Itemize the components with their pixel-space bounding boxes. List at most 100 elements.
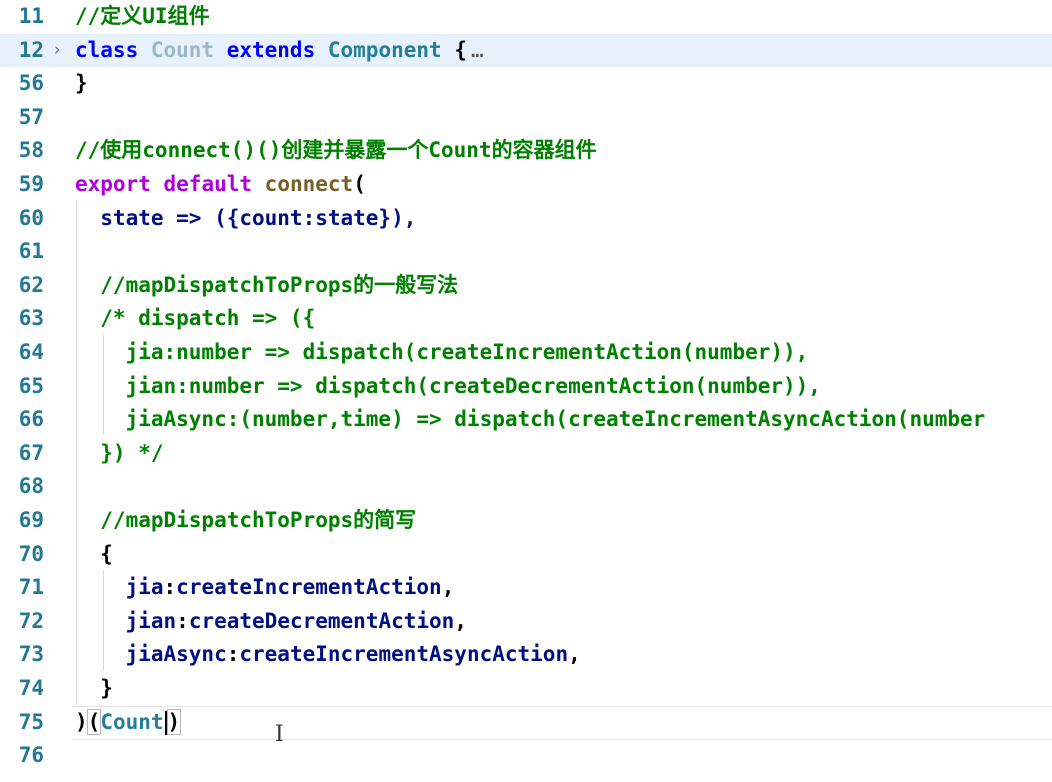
code-token: ( <box>86 708 102 735</box>
code-line[interactable]: 70 { <box>0 538 1052 571</box>
code-token: createDecrementAction <box>188 608 455 633</box>
code-line[interactable]: 67 }) */ <box>0 437 1052 470</box>
code-token: , <box>454 608 467 633</box>
code-line[interactable]: 61 <box>0 235 1052 268</box>
code-token: jiaAsync <box>75 642 227 667</box>
code-line[interactable]: 59 export default connect( <box>0 168 1052 201</box>
current-line-border-bottom <box>72 739 1052 740</box>
line-number: 61 <box>18 239 44 264</box>
code-line[interactable]: 68 <box>0 470 1052 503</box>
code-line[interactable]: 11 //定义UI组件 <box>0 0 1052 33</box>
code-token: { <box>454 37 467 62</box>
code-token: jia:number => dispatch(createIncrementAc… <box>75 340 809 364</box>
code-token: jiaAsync:(number,time) => dispatch(creat… <box>75 407 986 432</box>
line-number: 74 <box>18 676 44 700</box>
code-token: extends <box>226 37 328 62</box>
code-token: … <box>470 37 484 62</box>
indent-guide-object-literal <box>103 571 104 671</box>
code-text: jiaAsync:(number,time) => dispatch(creat… <box>75 403 986 436</box>
code-token: } <box>75 71 88 96</box>
code-token: export <box>75 172 164 196</box>
code-line[interactable]: 64 jia:number => dispatch(createIncremen… <box>0 336 1052 369</box>
code-text: jian:number => dispatch(createDecrementA… <box>75 370 821 403</box>
code-line[interactable]: 72 jian:createDecrementAction, <box>0 605 1052 638</box>
code-token: , <box>441 575 455 600</box>
indent-guide-connect-args <box>76 201 77 705</box>
code-token: //使用connect()()创建并暴露一个Count的容器组件 <box>75 138 597 163</box>
code-token: { <box>75 541 113 566</box>
code-text: //mapDispatchToProps的简写 <box>75 504 416 537</box>
code-token: //mapDispatchToProps的一般写法 <box>75 272 459 297</box>
code-token: }) */ <box>75 440 164 465</box>
line-number: 66 <box>18 407 44 432</box>
code-token: ( <box>353 172 366 196</box>
code-line[interactable]: 73 jiaAsync:createIncrementAsyncAction, <box>0 638 1052 671</box>
code-text: /* dispatch => ({ <box>75 302 315 335</box>
code-line[interactable]: 71 jia:createIncrementAction, <box>0 571 1052 604</box>
code-text: //定义UI组件 <box>75 0 210 33</box>
line-number: 63 <box>18 306 44 331</box>
code-text: class Count extends Component {… <box>75 34 484 67</box>
code-line[interactable]: 56} <box>0 67 1052 100</box>
line-number: 69 <box>18 508 44 532</box>
code-line[interactable]: 57 <box>0 101 1052 134</box>
code-text: jiaAsync:createIncrementAsyncAction, <box>75 638 581 671</box>
code-line[interactable]: 74 } <box>0 672 1052 705</box>
code-token: //定义UI组件 <box>75 4 210 28</box>
code-token: Count <box>100 709 164 734</box>
code-token: createIncrementAction <box>176 575 442 600</box>
line-number: 76 <box>18 743 44 768</box>
code-line[interactable]: 58 //使用connect()()创建并暴露一个Count的容器组件 <box>0 134 1052 167</box>
current-line-border <box>72 706 1052 707</box>
code-token: : <box>176 608 189 633</box>
code-text: export default connect( <box>75 168 366 201</box>
code-line[interactable]: 60 state => ({count:state}), <box>0 202 1052 235</box>
code-line[interactable]: 12 › class Count extends Component {… <box>0 33 1052 67</box>
fold-chevron-icon[interactable]: › <box>52 34 62 67</box>
text-caret <box>164 710 167 735</box>
code-text: state => ({count:state}), <box>75 202 416 235</box>
line-number: 56 <box>18 71 44 96</box>
code-line[interactable]: 65 jian:number => dispatch(createDecreme… <box>0 370 1052 403</box>
code-token: , <box>568 642 581 667</box>
code-token: } <box>75 676 113 700</box>
code-token: /* dispatch => ({ <box>75 306 316 331</box>
code-line[interactable]: 63 /* dispatch => ({ <box>0 302 1052 335</box>
line-number: 62 <box>18 272 44 297</box>
line-number: 70 <box>18 541 44 566</box>
line-number: 72 <box>18 608 44 633</box>
code-token: : <box>163 575 177 600</box>
code-text: }) */ <box>75 437 164 470</box>
code-text: //mapDispatchToProps的一般写法 <box>75 269 458 302</box>
code-token: class <box>75 37 151 62</box>
code-token: ) <box>75 709 88 734</box>
code-token: //mapDispatchToProps的简写 <box>75 508 417 532</box>
line-number: 57 <box>18 104 44 129</box>
line-number: 60 <box>18 205 44 230</box>
code-token: default <box>163 172 265 196</box>
code-token: : <box>226 642 240 667</box>
code-line[interactable]: 62 //mapDispatchToProps的一般写法 <box>0 269 1052 302</box>
line-number: 75 <box>18 709 44 734</box>
line-number: 11 <box>18 4 44 28</box>
line-number: 12 <box>18 37 44 62</box>
line-number: 59 <box>18 172 44 196</box>
code-line[interactable]: 69 //mapDispatchToProps的简写 <box>0 504 1052 537</box>
line-number: 71 <box>18 575 44 600</box>
code-text: )(Count) <box>75 706 182 739</box>
code-token: createIncrementAsyncAction <box>239 642 569 667</box>
code-token: jian:number => dispatch(createDecrementA… <box>75 373 821 398</box>
code-line[interactable]: 76 <box>0 739 1052 772</box>
code-token: ) <box>166 708 182 735</box>
code-token: Count <box>150 37 227 62</box>
code-text: jia:createIncrementAction, <box>75 571 455 604</box>
code-token: jia <box>75 575 164 600</box>
code-token: connect <box>264 172 354 196</box>
line-number: 67 <box>18 440 44 465</box>
code-line[interactable]: 75)(Count) <box>0 706 1052 739</box>
code-line[interactable]: 66 jiaAsync:(number,time) => dispatch(cr… <box>0 403 1052 436</box>
line-number: 68 <box>18 474 44 499</box>
code-token: Component <box>327 37 455 62</box>
line-number: 73 <box>18 642 44 667</box>
code-token: state => ({count:state}), <box>75 205 417 230</box>
